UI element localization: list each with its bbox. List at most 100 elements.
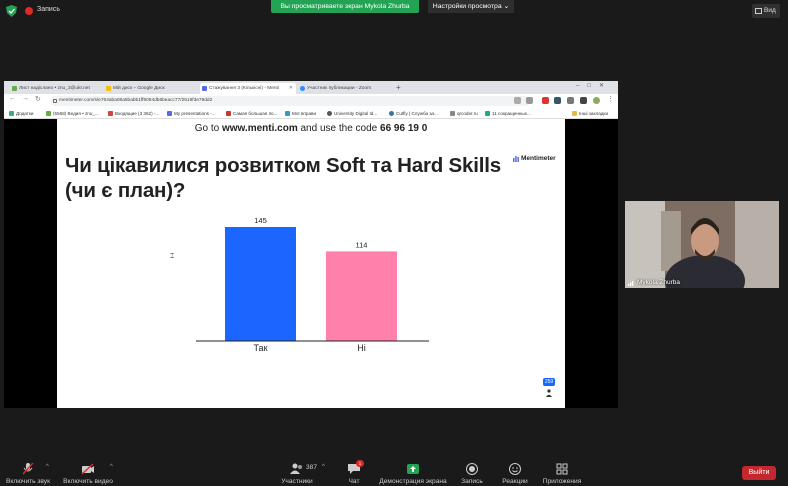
bookmark-label: qrcoder.ru [457,111,478,116]
tab-label: Лист надіслано • znu_3@ukr.net [19,86,90,91]
bookmark-label: Додатки [16,111,34,116]
reactions-button[interactable]: Реакции [500,463,530,485]
record-icon [466,463,478,475]
view-settings-label: Настройки просмотра [432,3,502,10]
bookmark-favicon-icon [46,111,51,116]
bookmark-label: Мої вправи [292,111,317,116]
tab-label: Мій диск – Google Диск [113,86,165,91]
window-controls[interactable]: –□✕ [576,82,612,89]
bookmark-favicon-icon [226,111,231,116]
back-icon[interactable]: ← [9,95,16,102]
category-label: Так [253,343,267,353]
view-settings-dropdown[interactable]: Настройки просмотра ⌄ [428,0,514,13]
bookmark-item[interactable]: University Digital Id... [327,108,377,119]
close-tab-icon[interactable]: ✕ [289,83,293,94]
browser-tab-strip: Лист надіслано • znu_3@ukr.net Мій диск … [4,81,618,94]
bar-Так [225,227,296,341]
view-button-label: Вид [764,7,776,14]
share-screen-label: Демонстрация экрана [379,478,447,485]
reload-icon[interactable]: ↻ [35,95,41,103]
folder-icon [572,111,577,116]
bar-value-label: 145 [254,216,267,225]
bookmark-label: (5568) Ведия • znu_... [53,111,99,116]
response-count-badge: 259 [543,378,555,386]
browser-tab-mentimeter[interactable]: Стажування 3 (Кількісні) - Menti ✕ [200,83,296,94]
apps-icon [556,463,568,475]
start-video-button[interactable]: Включить видео [60,463,116,485]
forward-icon[interactable]: → [22,95,29,102]
chevron-down-icon: ⌄ [503,3,510,10]
record-button[interactable]: Запись [458,463,486,485]
share-page-icon[interactable] [514,97,521,104]
bookmark-item[interactable]: My presentations -... [167,108,216,119]
reactions-label: Реакции [502,478,528,485]
leave-meeting-button[interactable]: Выйти [742,466,776,480]
share-screen-button[interactable]: Демонстрация экрана [378,463,448,485]
tab-label: Стажування 3 (Кількісні) - Menti [209,86,279,91]
bookmark-item[interactable]: Мої вправи [285,108,316,119]
recording-label[interactable]: Запись [37,6,60,13]
address-bar[interactable]: mentimeter.com/s/e764aba08a5bab51ff6094d… [50,96,530,106]
bookmark-item[interactable]: Cutfly | Служба за... [389,108,438,119]
signal-bars-icon [628,281,634,286]
participants-icon [290,463,302,474]
view-button[interactable]: Вид [752,4,780,18]
new-tab-icon[interactable]: + [396,83,401,92]
browser-tab-mail[interactable]: Лист надіслано • znu_3@ukr.net [10,83,102,94]
browser-tab-zoom[interactable]: Участник публикации - Zoom [298,83,392,94]
bar-value-label: 114 [356,240,368,249]
extension-icon[interactable] [542,97,549,104]
bookmark-favicon-icon [285,111,290,116]
zoom-top-bar: Запись Вы просматриваете экран Mykola Zh… [0,0,788,22]
grid-view-icon [755,8,762,14]
bookmark-item[interactable]: Самая большая по... [226,108,277,119]
media-icon[interactable] [580,97,587,104]
bookmark-item[interactable]: (5568) Ведия • znu_... [46,108,99,119]
apps-button[interactable]: Приложения [540,463,584,485]
bookmark-star-icon[interactable] [526,97,533,104]
mouse-cursor-icon: ⌶ [170,253,175,260]
participants-options-chevron-icon[interactable]: ^ [322,464,325,470]
bookmark-label: My presentations -... [174,111,216,116]
drive-favicon-icon [106,86,111,91]
smiley-icon [509,463,521,475]
zoom-favicon-icon [300,86,305,91]
mentimeter-slide: Go to www.menti.com and use the code 66 … [57,119,565,408]
bookmark-favicon-icon [389,111,394,116]
screen-share-banner: Вы просматриваете экран Mykola Zhurba [271,0,419,13]
bookmark-label: Самая большая по... [233,111,278,116]
record-label: Запись [461,478,483,485]
profile-avatar-icon[interactable] [593,97,600,104]
kebab-menu-icon[interactable]: ⋮ [607,95,614,103]
participant-video-frame [625,201,779,288]
audio-options-chevron-icon[interactable]: ^ [46,464,49,470]
bookmark-apps[interactable]: Додатки [9,108,33,119]
bookmark-label: University Digital Id... [334,111,378,116]
gmail-favicon-icon [108,111,113,116]
bookmark-item[interactable]: 11 сокращенных... [485,108,531,119]
bookmark-label: Cutfly | Служба за... [396,111,438,116]
mentimeter-favicon-icon [167,111,172,116]
extension-icon[interactable] [554,97,561,104]
bar-chart: 145 Так 114 Ні [196,216,429,353]
video-options-chevron-icon[interactable]: ^ [110,464,113,470]
unmute-button[interactable]: Включить звук [4,463,52,485]
bookmark-other-folder[interactable]: Інші закладки [572,108,608,119]
apps-label: Приложения [542,478,582,485]
participant-count: 387 [306,464,318,471]
tab-label: Участник публикации - Zoom [307,86,372,91]
bookmark-item[interactable]: Входящие (3 362) -... [108,108,159,119]
browser-address-row: ← → ↻ mentimeter.com/s/e764aba08a5bab51f… [4,94,618,108]
lock-icon[interactable] [53,99,57,103]
bookmark-favicon-icon [450,111,455,116]
chat-unread-badge: 1 [356,460,364,467]
bookmark-label: Входящие (3 362) -... [115,111,160,116]
extensions-puzzle-icon[interactable] [567,97,574,104]
browser-tab-drive[interactable]: Мій диск – Google Диск [104,83,198,94]
bookmark-label: 11 сокращенных... [492,111,531,116]
camera-off-icon [81,463,94,475]
participant-video-tile[interactable]: Mykola Zhurba [625,201,779,288]
zoom-bottom-toolbar: Включить звук ^ Включить видео ^ Участни… [0,455,788,486]
shield-icon[interactable] [6,5,17,17]
bookmark-item[interactable]: qrcoder.ru [450,108,478,119]
